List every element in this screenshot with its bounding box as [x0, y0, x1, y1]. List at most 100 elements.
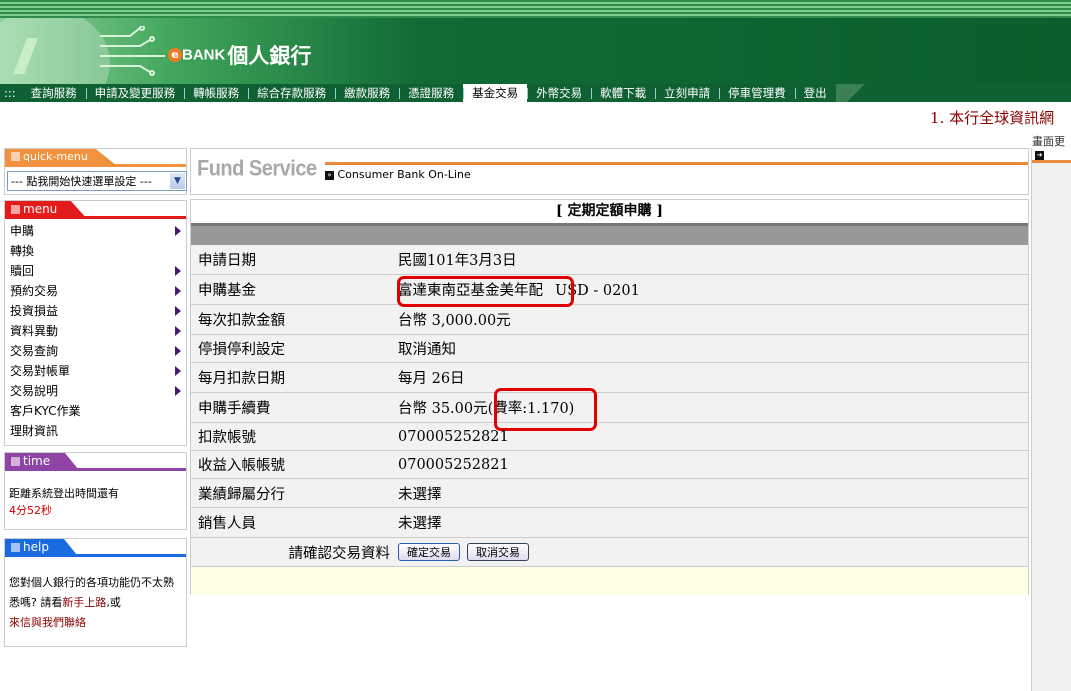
subscription-form: [ 定期定額申購 ] 申請日期 民國101年3月3日申購基金 富達東南亞基金美年配 U…: [190, 199, 1029, 595]
menu-item[interactable]: 資料異動: [10, 321, 181, 341]
menu-item-label: 交易對帳單: [10, 364, 71, 378]
logout-countdown-value: 4分52秒: [9, 504, 52, 517]
field-label: 申請日期: [198, 253, 256, 269]
contact-us-link[interactable]: 來信與我們聯絡: [9, 616, 86, 629]
arrow-icon: [11, 152, 20, 161]
nav-item-apply-now[interactable]: 立刻申請: [655, 84, 719, 102]
nav-item-certificate[interactable]: 憑證服務: [399, 84, 463, 102]
submenu-arrow-icon: [175, 346, 181, 356]
form-row: 申購手續費 台幣 35.00元(費率:1.170): [191, 388, 1028, 431]
menu-box: menu 申購 轉換 贖回 預約交易 投資損益 資料異動 交易查詢 交易對帳單 交易說明 客戶KY…: [4, 200, 187, 446]
menu-item-label: 客戶KYC作業: [10, 404, 81, 418]
time-tab: time: [5, 453, 79, 469]
field-value-text: 取消通知: [398, 342, 456, 358]
menu-item[interactable]: 轉換: [10, 241, 181, 261]
nav-item-fund[interactable]: 基金交易: [463, 84, 528, 102]
top-stripes: [0, 0, 1071, 18]
form-row: 申購基金 富達東南亞基金美年配 USD - 0201: [191, 275, 1028, 307]
brand: e BANK個人銀行: [168, 40, 311, 70]
news-marquee[interactable]: 1. 本行全球資訊網: [930, 107, 1054, 128]
message-area: [191, 567, 1028, 595]
menu-item[interactable]: 理財資訊: [10, 421, 181, 441]
menu-item[interactable]: 交易查詢: [10, 341, 181, 361]
field-value: 取消通知: [398, 338, 1028, 359]
form-title: [ 定期定額申購 ]: [191, 200, 1028, 223]
field-label: 申購基金: [198, 283, 256, 299]
nav-dots: :::: [4, 86, 16, 100]
menu-item[interactable]: 投資損益: [10, 301, 181, 321]
confirm-button[interactable]: 確定交易: [398, 543, 460, 561]
menu-list: 申購轉換贖回預約交易 投資損益資料異動交易查詢交易對帳單交易說明客戶KYC作業 理財…: [5, 219, 186, 443]
quick-menu-box: quick-menu --- 點我開始快速選單設定 --- ▼: [4, 148, 187, 195]
nav-filler: [875, 84, 1071, 102]
chevron-down-icon[interactable]: ▼: [170, 173, 185, 189]
field-label: 業績歸屬分行: [198, 486, 285, 503]
menu-item[interactable]: 預約交易: [10, 281, 181, 301]
field-value: 民國101年3月3日: [398, 249, 1028, 270]
field-value: 070005252821: [398, 457, 1028, 473]
submenu-arrow-icon: [175, 286, 181, 296]
help-tab: help: [5, 539, 77, 555]
submenu-arrow-icon: [175, 266, 181, 276]
menu-item-label: 申購: [10, 224, 35, 238]
cancel-button[interactable]: 取消交易: [467, 543, 529, 561]
field-label: 申購手續費: [198, 401, 271, 417]
nav-item-logout[interactable]: 登出: [794, 84, 836, 102]
menu-item-label: 轉換: [10, 244, 35, 258]
field-value-text: 民國101年3月3日: [398, 253, 517, 269]
menu-item[interactable]: 客戶KYC作業: [10, 401, 181, 421]
menu-item[interactable]: 申購: [10, 221, 181, 241]
field-value-text: 070005252821: [398, 428, 509, 445]
form-row: 停損停利設定 取消通知: [191, 335, 1028, 363]
nav-item-parking[interactable]: 停車管理費: [719, 84, 795, 102]
menu-item-label: 贖回: [10, 264, 35, 278]
nav-item-transfer[interactable]: 轉帳服務: [184, 84, 248, 102]
form-row: 每月扣款日期 每月 26日: [191, 363, 1028, 393]
field-label: 每次扣款金額: [198, 313, 285, 329]
form-row: 申請日期 民國101年3月3日: [191, 245, 1028, 275]
field-value: 未選擇: [398, 483, 1028, 504]
form-row: 業績歸屬分行 未選擇: [191, 479, 1028, 508]
field-value-text: 台幣 35.00元: [398, 401, 488, 417]
arrow-icon: [11, 205, 20, 214]
form-row: 每次扣款金額 台幣 3,000.00元: [191, 305, 1028, 335]
nav-item-payment[interactable]: 繳款服務: [335, 84, 399, 102]
field-value-text: 每月 26日: [398, 371, 465, 387]
bank-logo-icon: //: [15, 31, 33, 84]
field-label: 扣款帳號: [198, 430, 256, 446]
field-value-text: 未選擇: [398, 486, 442, 503]
field-value: 台幣 35.00元(費率:1.170): [398, 397, 1028, 418]
field-label: 銷售人員: [198, 516, 256, 532]
field-value: 每月 26日: [398, 367, 1028, 388]
nav-item-forex[interactable]: 外幣交易: [527, 84, 591, 102]
menu-item-label: 交易說明: [10, 384, 59, 398]
menu-item-label: 資料異動: [10, 324, 59, 338]
fund-service-header: Fund Service » Consumer Bank On-Line: [190, 148, 1029, 195]
form-row: 銷售人員 未選擇: [191, 508, 1028, 538]
nav-item-deposit[interactable]: 綜合存款服務: [248, 84, 335, 102]
menu-item[interactable]: 交易說明: [10, 381, 181, 401]
menu-item-label: 理財資訊: [10, 424, 59, 438]
top-nav: ::: 查詢服務 申請及變更服務 轉帳服務 綜合存款服務 繳款服務 憑證服務 基…: [0, 84, 1071, 102]
arrow-icon[interactable]: ➔: [1035, 151, 1044, 160]
menu-item-label: 交易查詢: [10, 344, 59, 358]
nav-item-query[interactable]: 查詢服務: [22, 84, 86, 102]
nav-item-apply-change[interactable]: 申請及變更服務: [85, 84, 185, 102]
quick-menu-select[interactable]: --- 點我開始快速選單設定 --- ▼: [7, 171, 187, 191]
beginner-guide-link[interactable]: 新手上路: [62, 596, 106, 609]
nav-tail: [835, 84, 876, 102]
menu-item[interactable]: 交易對帳單: [10, 361, 181, 381]
field-label: 每月扣款日期: [198, 371, 285, 387]
menu-item[interactable]: 贖回: [10, 261, 181, 281]
right-panel: ➔: [1031, 148, 1071, 691]
circuit-icon: [100, 26, 165, 76]
submenu-arrow-icon: [175, 366, 181, 376]
brand-title: 個人銀行: [227, 44, 312, 68]
nav-item-download[interactable]: 軟體下載: [591, 84, 655, 102]
confirm-prompt: 請確認交易資料: [288, 545, 391, 562]
submenu-arrow-icon: [175, 226, 181, 236]
field-label: 停損停利設定: [198, 342, 285, 358]
help-box: help 您對個人銀行的各項功能仍不太熟悉嗎? 請看新手上路,或 來信與我們聯絡: [4, 538, 187, 647]
fund-subtitle-text: Consumer Bank On-Line: [337, 168, 471, 181]
help-title: help: [23, 540, 49, 554]
